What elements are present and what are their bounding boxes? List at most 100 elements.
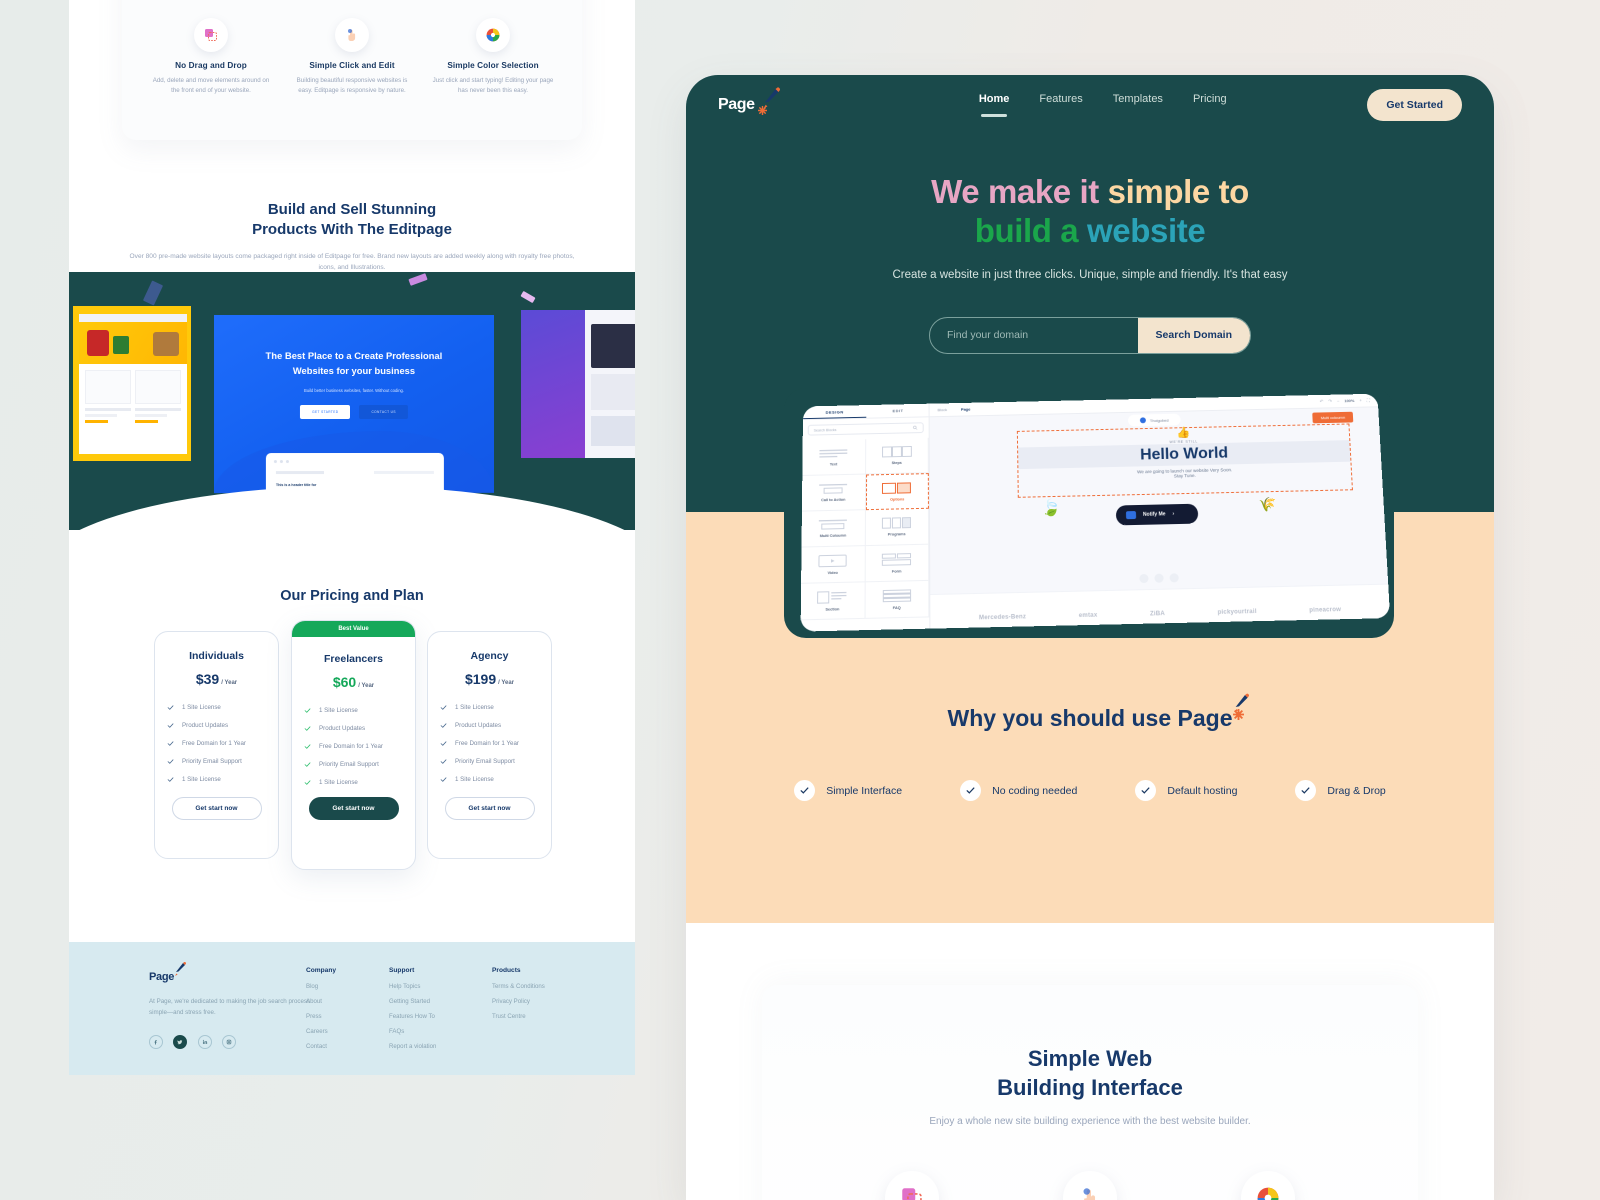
plan-card-agency[interactable]: Agency $199/ Year 1 Site License Product… bbox=[427, 631, 552, 859]
benefit-item: Default hosting bbox=[1135, 780, 1237, 801]
feature-item: No Drag and Drop Add, delete and move el… bbox=[826, 1171, 998, 1200]
active-indicator bbox=[981, 114, 1008, 117]
simple-web-features: No Drag and Drop Add, delete and move el… bbox=[762, 1127, 1418, 1200]
check-icon bbox=[960, 780, 982, 801]
footer-link[interactable]: Careers bbox=[306, 1028, 390, 1035]
showcase-secondary-button[interactable]: CONTACT US bbox=[359, 405, 408, 420]
check-icon bbox=[440, 723, 447, 728]
block-text[interactable]: Text bbox=[802, 439, 866, 476]
get-started-button[interactable]: Get Started bbox=[1367, 89, 1462, 121]
footer-link[interactable]: Trust Centre bbox=[492, 1013, 602, 1020]
footer-tagline: At Page, we're dedicated to making the j… bbox=[149, 998, 311, 1017]
tab-edit[interactable]: EDIT bbox=[866, 404, 929, 418]
navbar: Page Home Features Templates Pricing Get… bbox=[686, 75, 1494, 135]
block-programs[interactable]: Programs bbox=[865, 508, 930, 547]
canvas-tab-block[interactable]: Block bbox=[937, 407, 947, 412]
feature-body: Add, delete and move elements around on … bbox=[152, 77, 270, 95]
canvas-social-row bbox=[1139, 573, 1179, 584]
redo-icon[interactable]: ↷ bbox=[1328, 398, 1332, 404]
right-page-preview: Page Home Features Templates Pricing Get… bbox=[686, 75, 1494, 1200]
footer-link[interactable]: About bbox=[306, 998, 390, 1005]
benefit-item: No coding needed bbox=[960, 780, 1077, 801]
logo[interactable]: Page bbox=[718, 87, 838, 115]
block-video[interactable]: Video bbox=[801, 546, 866, 584]
showcase-primary-button[interactable]: GET STARTED bbox=[300, 405, 351, 420]
check-icon bbox=[794, 780, 816, 801]
search-input[interactable] bbox=[930, 317, 1138, 353]
block-section[interactable]: Section bbox=[800, 582, 866, 621]
build-sell-subtitle: Over 800 pre-made website layouts come p… bbox=[129, 252, 575, 272]
plan-button[interactable]: Get start now bbox=[171, 797, 262, 820]
footer-link[interactable]: Privacy Policy bbox=[492, 998, 602, 1005]
footer-link[interactable]: Contact bbox=[306, 1043, 390, 1050]
blocks-search-input[interactable]: Search Blocks bbox=[807, 422, 924, 436]
footer-link[interactable]: Report a violation bbox=[389, 1043, 489, 1050]
plan-card-individuals[interactable]: Individuals $39/ Year 1 Site License Pro… bbox=[154, 631, 279, 859]
plan-button[interactable]: Get start now bbox=[308, 797, 399, 820]
undo-icon[interactable]: ↶ bbox=[1320, 398, 1324, 404]
check-icon bbox=[304, 708, 311, 713]
plan-card-freelancers[interactable]: Best Value Freelancers $60/ Year 1 Site … bbox=[291, 620, 416, 870]
block-faq[interactable]: FAQ bbox=[865, 580, 930, 619]
why-benefits-row: Simple Interface No coding needed Defaul… bbox=[686, 780, 1494, 801]
social-links bbox=[149, 1032, 329, 1050]
zoom-out-icon[interactable]: − bbox=[1337, 398, 1340, 403]
fullscreen-icon[interactable]: ⛶ bbox=[1367, 398, 1370, 403]
instagram-icon[interactable] bbox=[222, 1034, 237, 1049]
block-steps[interactable]: Steps bbox=[865, 437, 929, 475]
tab-design[interactable]: DESIGN bbox=[802, 405, 867, 420]
footer-column-company: Company Blog About Press Careers Contact bbox=[306, 967, 390, 1058]
zoom-in-icon[interactable]: + bbox=[1359, 398, 1362, 403]
nav-item-features[interactable]: Features bbox=[1039, 93, 1082, 117]
footer-link[interactable]: FAQs bbox=[389, 1028, 489, 1035]
color-wheel-icon bbox=[1241, 1171, 1295, 1200]
footer-link[interactable]: Terms & Conditions bbox=[492, 983, 602, 990]
social-dot-icon bbox=[1169, 573, 1179, 583]
feature-title: No Drag and Drop bbox=[175, 61, 247, 70]
footer-link[interactable]: Blog bbox=[306, 983, 390, 990]
facebook-icon[interactable] bbox=[149, 1034, 163, 1049]
search-domain-button[interactable]: Search Domain bbox=[1137, 317, 1250, 353]
footer-link[interactable]: Press bbox=[306, 1013, 390, 1020]
twitter-icon[interactable] bbox=[173, 1034, 188, 1049]
footer-link[interactable]: Getting Started bbox=[389, 998, 489, 1005]
block-multi-coloumn[interactable]: Multi Coloumn bbox=[801, 510, 866, 548]
feature-item: Simple Click and Edit Building beautiful… bbox=[289, 18, 415, 96]
simple-web-card: Simple Web Building Interface Enjoy a wh… bbox=[762, 985, 1418, 1200]
notify-me-button[interactable]: Notify Me › bbox=[1115, 503, 1199, 526]
block-list: Text Steps Call to Action Options Multi … bbox=[800, 437, 930, 621]
footer-link[interactable]: Features How To bbox=[389, 1013, 489, 1020]
plan-button[interactable]: Get start now bbox=[444, 797, 535, 820]
block-form[interactable]: Form bbox=[865, 544, 930, 583]
nav-item-home[interactable]: Home bbox=[979, 93, 1009, 117]
check-icon bbox=[167, 759, 174, 764]
showcase-headline: The Best Place to a Create Professional … bbox=[265, 349, 443, 376]
check-icon bbox=[440, 705, 447, 710]
build-sell-section: Build and Sell Stunning Products With Th… bbox=[69, 200, 635, 274]
footer-link[interactable]: Help Topics bbox=[389, 983, 489, 990]
footer-logo: Page bbox=[149, 962, 187, 985]
plan-feature-list: 1 Site License Product Updates Free Doma… bbox=[304, 707, 403, 786]
left-features-card: No Drag and Drop Add, delete and move el… bbox=[122, 0, 582, 140]
pill-dot-icon bbox=[1139, 417, 1146, 424]
check-icon bbox=[440, 777, 447, 782]
plan-period: / Year bbox=[358, 683, 375, 689]
social-dot-icon bbox=[1139, 573, 1149, 584]
block-call-to-action[interactable]: Call to Action bbox=[801, 474, 866, 512]
nav-item-pricing[interactable]: Pricing bbox=[1193, 93, 1227, 117]
search-icon bbox=[913, 425, 918, 430]
benefit-item: Simple Interface bbox=[794, 780, 902, 801]
block-options[interactable]: Options bbox=[865, 473, 929, 511]
leaf-decoration-icon: 🍃 bbox=[1041, 500, 1061, 517]
canvas-tab-page[interactable]: Page bbox=[961, 407, 970, 412]
feature-title: Simple Color Selection bbox=[447, 61, 539, 70]
check-icon bbox=[167, 705, 174, 710]
nav-links: Home Features Templates Pricing bbox=[838, 93, 1367, 117]
linkedin-icon[interactable] bbox=[197, 1034, 212, 1049]
drag-drop-icon bbox=[194, 18, 228, 52]
domain-search-form: Search Domain bbox=[929, 316, 1251, 354]
nav-item-templates[interactable]: Templates bbox=[1113, 93, 1163, 117]
check-icon bbox=[304, 780, 311, 785]
plan-price: $199 bbox=[464, 671, 497, 687]
build-sell-heading: Build and Sell Stunning Products With Th… bbox=[252, 201, 452, 239]
